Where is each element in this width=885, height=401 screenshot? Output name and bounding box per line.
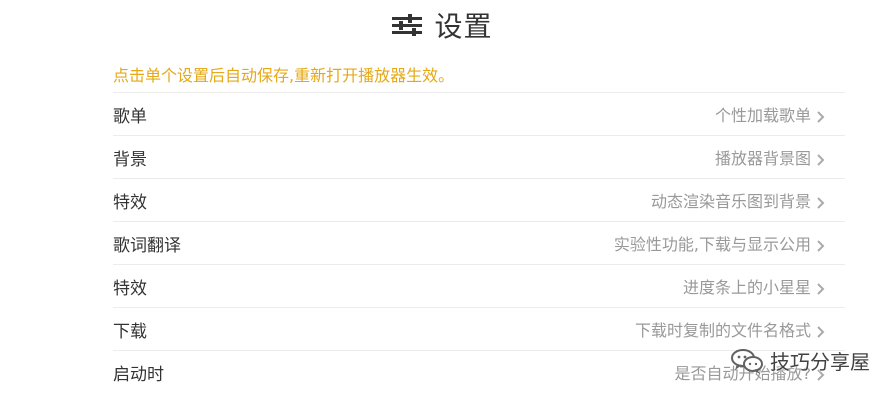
setting-label: 歌词翻译 [113,235,181,256]
setting-value: 动态渲染音乐图到背景 [650,192,811,211]
chevron-right-icon [817,323,825,338]
setting-row-playlist[interactable]: 歌单 个性加载歌单 [113,92,845,135]
chevron-right-icon [817,237,825,252]
setting-label: 启动时 [113,364,164,385]
setting-value-group: 播放器背景图 [715,145,845,169]
setting-value-group: 动态渲染音乐图到背景 [651,188,845,212]
chevron-right-icon [817,151,825,166]
setting-value: 下载时复制的文件名格式 [634,321,811,340]
setting-row-effect-stars[interactable]: 特效 进度条上的小星星 [113,264,845,307]
setting-value-group: 实验性功能,下载与显示公用 [614,231,845,255]
chevron-right-icon [817,280,825,295]
setting-label: 背景 [113,149,147,170]
setting-label: 下载 [113,321,147,342]
setting-value: 进度条上的小星星 [682,278,811,297]
page-title: 设置 [434,10,493,43]
setting-label: 歌单 [113,106,147,127]
setting-row-lyrics-translation[interactable]: 歌词翻译 实验性功能,下载与显示公用 [113,221,845,264]
setting-label: 特效 [113,278,147,299]
setting-value-group: 个性加载歌单 [715,102,845,126]
chevron-right-icon [817,194,825,209]
sliders-icon [392,14,423,36]
setting-row-background[interactable]: 背景 播放器背景图 [113,135,845,178]
watermark-text: 技巧分享屋 [770,350,870,374]
setting-label: 特效 [113,192,147,213]
setting-value: 播放器背景图 [714,149,811,168]
auto-save-notice: 点击单个设置后自动保存,重新打开播放器生效。 [113,66,455,85]
setting-value-group: 下载时复制的文件名格式 [635,317,845,341]
setting-value: 个性加载歌单 [714,106,811,125]
setting-value-group: 进度条上的小星星 [683,274,845,298]
setting-row-effect-background[interactable]: 特效 动态渲染音乐图到背景 [113,178,845,221]
settings-page: 设置 点击单个设置后自动保存,重新打开播放器生效。 歌单 个性加载歌单 背景 播… [0,0,885,401]
watermark: 技巧分享屋 [730,346,870,375]
setting-row-download[interactable]: 下载 下载时复制的文件名格式 [113,307,845,350]
page-header: 设置 [0,0,885,50]
chat-bubbles-icon [730,347,764,375]
chevron-right-icon [817,108,825,123]
setting-value: 实验性功能,下载与显示公用 [613,235,811,254]
